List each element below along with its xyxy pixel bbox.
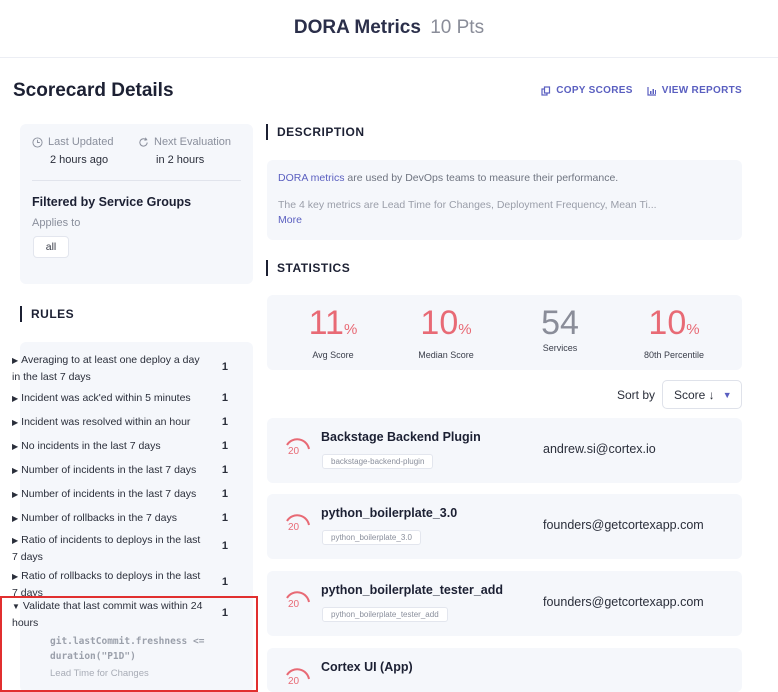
description-heading: DESCRIPTION [266, 124, 365, 140]
chevron-down-icon: ▼ [722, 389, 732, 400]
dora-metrics-link[interactable]: DORA metrics [278, 172, 345, 184]
refresh-icon [139, 136, 148, 147]
header-actions: COPY SCORES VIEW REPORTS [541, 85, 742, 96]
rule-count: 1 [221, 488, 228, 500]
service-owner: andrew.si@cortex.io [543, 442, 656, 456]
caret-right-icon: ▶ [12, 418, 19, 427]
stat-avg-score: 11% Avg Score [308, 304, 358, 360]
service-owner: founders@getcortexapp.com [543, 595, 704, 609]
rule-item[interactable]: ▶ Incident was resolved within an hour 1 [12, 414, 228, 431]
statistics-heading: STATISTICS [266, 260, 350, 276]
rule-item[interactable]: ▶ Number of incidents in the last 7 days 1 [12, 462, 228, 479]
service-name[interactable]: python_boilerplate_tester_add [321, 583, 503, 597]
applies-to-label: Applies to [32, 217, 81, 229]
service-name[interactable]: Backstage Backend Plugin [321, 430, 481, 444]
bar-chart-icon [647, 86, 656, 96]
rule-count: 1 [221, 440, 228, 452]
rule-count: 1 [221, 392, 228, 404]
service-tag: python_boilerplate_tester_add [322, 607, 448, 622]
rule-item[interactable]: ▶ Averaging to at least one deploy a day … [12, 352, 228, 385]
service-name[interactable]: python_boilerplate_3.0 [321, 506, 457, 520]
view-reports-label: VIEW REPORTS [661, 85, 742, 96]
copy-scores-button[interactable]: COPY SCORES [541, 85, 632, 96]
copy-scores-label: COPY SCORES [556, 85, 633, 96]
description-line-1: DORA metrics are used by DevOps teams to… [278, 172, 619, 184]
rule-count: 1 [221, 464, 228, 476]
service-tag: python_boilerplate_3.0 [322, 530, 421, 545]
next-evaluation-value: in 2 hours [156, 154, 205, 166]
rule-item[interactable]: ▶ Number of rollbacks in the 7 days 1 [12, 510, 228, 527]
service-row[interactable]: 20 Cortex UI (App) [267, 648, 742, 692]
service-score: 20 [288, 446, 300, 457]
caret-right-icon: ▶ [12, 356, 19, 365]
service-name[interactable]: Cortex UI (App) [321, 660, 413, 674]
stat-services: 54 Services [541, 304, 579, 353]
page-header: DORA Metrics 10 Pts [0, 0, 778, 58]
rule-item[interactable]: ▶ Incident was ack'ed within 5 minutes 1 [12, 390, 228, 407]
stat-80th-percentile: 10% 80th Percentile [643, 304, 705, 360]
service-score: 20 [288, 599, 300, 610]
rule-item[interactable]: ▶ Ratio of incidents to deploys in the la… [12, 532, 228, 565]
rule-count: 1 [221, 361, 228, 373]
service-owner: founders@getcortexapp.com [543, 518, 704, 532]
sort-value: Score ↓ [674, 387, 715, 402]
scorecard-points: 10 Pts [430, 17, 485, 38]
caret-right-icon: ▶ [12, 572, 19, 581]
caret-right-icon: ▶ [12, 466, 19, 475]
more-link[interactable]: More [278, 214, 302, 226]
last-updated-label: Last Updated [32, 136, 113, 148]
rule-count: 1 [221, 576, 228, 588]
rule-item[interactable]: ▶ No incidents in the last 7 days 1 [12, 438, 228, 455]
sort-by-label: Sort by [617, 388, 656, 402]
copy-icon [541, 85, 551, 96]
service-row[interactable]: 20 Backstage Backend Plugin backstage-ba… [267, 418, 742, 483]
rules-heading: RULES [20, 306, 74, 322]
view-reports-button[interactable]: VIEW REPORTS [647, 85, 742, 96]
service-score: 20 [288, 676, 300, 687]
rule-count: 1 [221, 512, 228, 524]
highlight-box [0, 596, 258, 692]
statistics-card: 11% Avg Score 10% Median Score 54 Servic… [267, 295, 742, 370]
divider [32, 180, 241, 181]
caret-right-icon: ▶ [12, 394, 19, 403]
clock-icon [32, 136, 43, 148]
service-score: 20 [288, 522, 300, 533]
caret-right-icon: ▶ [12, 514, 19, 523]
sort-select[interactable]: Score ↓ ▼ [662, 380, 742, 409]
last-updated-value: 2 hours ago [50, 154, 109, 166]
stat-median-score: 10% Median Score [418, 304, 474, 360]
caret-right-icon: ▶ [12, 536, 19, 545]
filter-title: Filtered by Service Groups [32, 195, 192, 209]
next-evaluation-label: Next Evaluation [138, 136, 231, 148]
caret-right-icon: ▶ [12, 442, 19, 451]
rule-count: 1 [221, 540, 228, 552]
page-title: Scorecard Details [13, 80, 174, 101]
caret-right-icon: ▶ [12, 490, 19, 499]
description-line-2: The 4 key metrics are Lead Time for Chan… [278, 199, 657, 211]
service-group-chip[interactable]: all [33, 236, 69, 258]
service-tag: backstage-backend-plugin [322, 454, 434, 469]
scorecard-name: DORA Metrics [293, 17, 421, 38]
scorecard-info-card: Last Updated 2 hours ago Next Evaluation… [20, 124, 253, 284]
rule-count: 1 [221, 416, 228, 428]
service-row[interactable]: 20 python_boilerplate_tester_add python_… [267, 571, 742, 636]
service-row[interactable]: 20 python_boilerplate_3.0 python_boilerp… [267, 494, 742, 559]
rule-item[interactable]: ▶ Number of incidents in the last 7 days 1 [12, 486, 228, 503]
description-card: DORA metrics are used by DevOps teams to… [267, 160, 742, 240]
